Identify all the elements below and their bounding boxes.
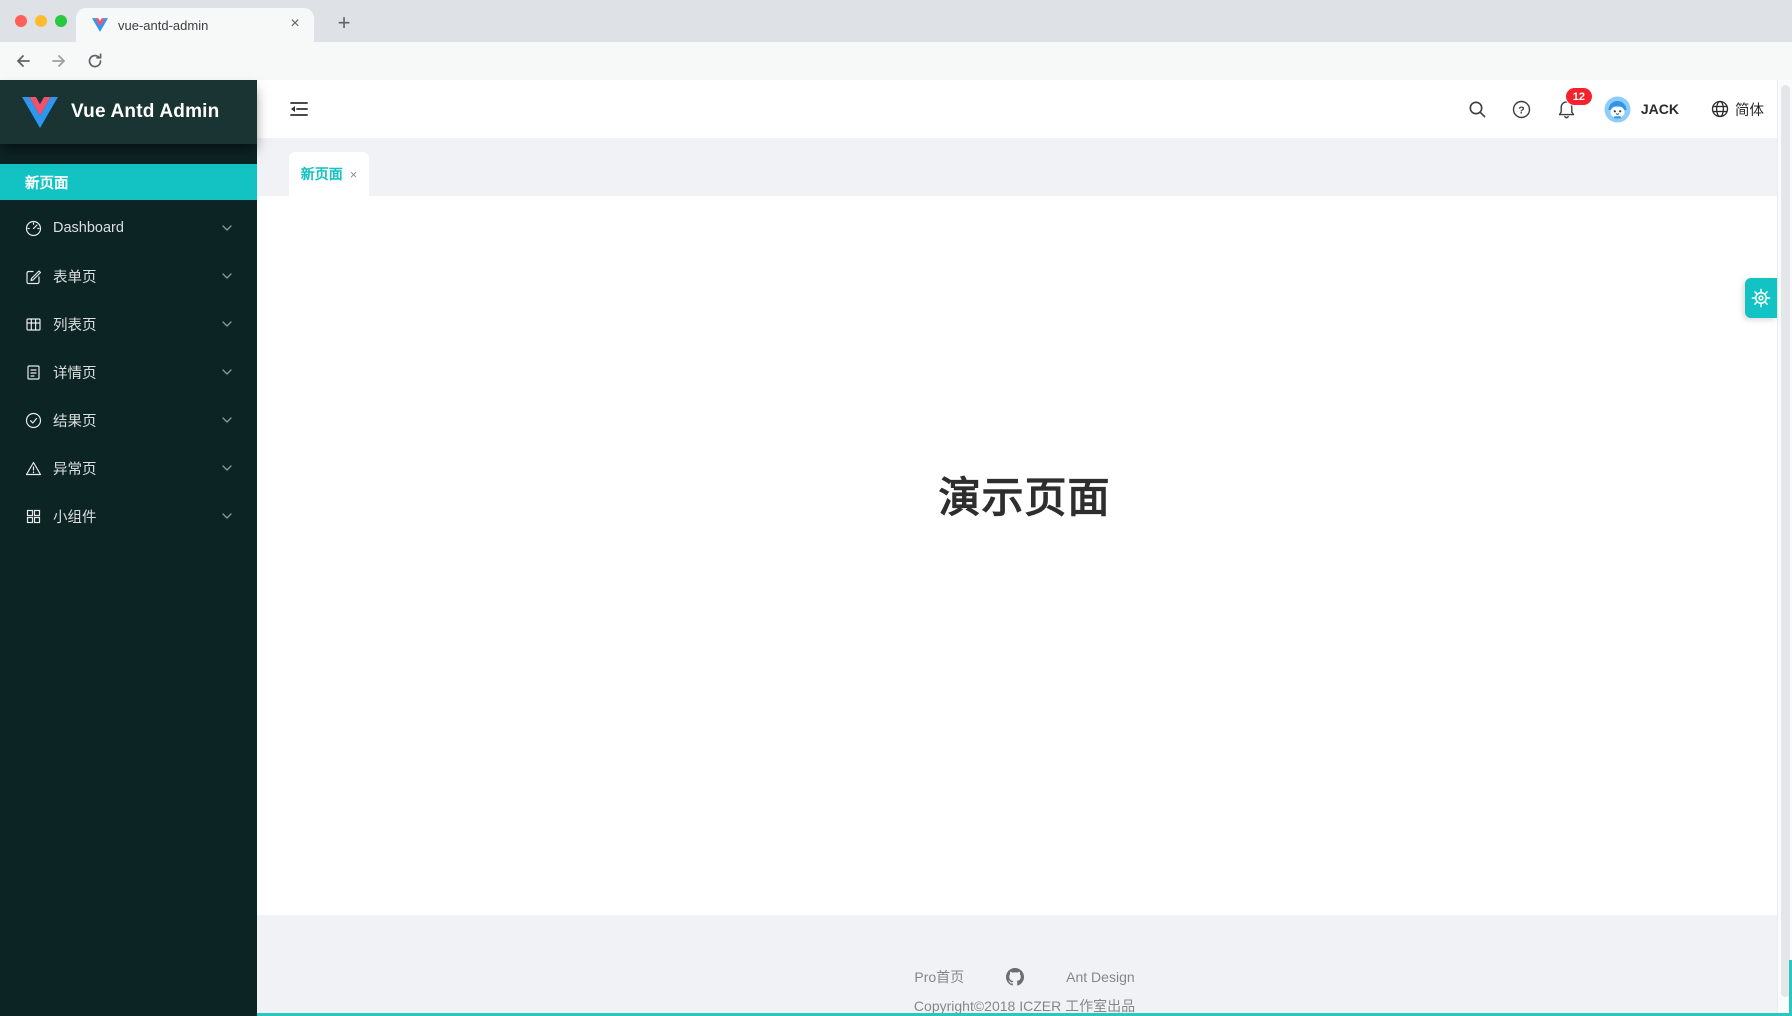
page-footer: Pro首页 Ant Design Copyright©2018 ICZER 工作…: [257, 915, 1792, 1016]
sidebar-item-label: 详情页: [53, 362, 97, 383]
scrollbar-thumb[interactable]: [1781, 85, 1790, 997]
chevron-down-icon: [222, 369, 232, 375]
chevron-down-icon: [222, 417, 232, 423]
notification-bell-icon[interactable]: 12: [1557, 99, 1576, 119]
search-icon[interactable]: [1468, 100, 1487, 119]
back-icon[interactable]: [14, 52, 32, 70]
browser-tabstrip: vue-antd-admin × +: [0, 0, 1792, 42]
browser-tab-title: vue-antd-admin: [118, 18, 286, 33]
warning-icon: [25, 460, 42, 477]
page-tabs-bar: 新页面 ×: [257, 138, 1792, 196]
language-label[interactable]: 简体: [1735, 99, 1764, 120]
tab-close-icon[interactable]: ×: [286, 16, 304, 34]
gear-icon: [1751, 288, 1771, 308]
footer-link-ant-design[interactable]: Ant Design: [1066, 969, 1134, 985]
sidebar-item-label: 列表页: [53, 314, 97, 335]
app-title: Vue Antd Admin: [71, 101, 219, 123]
header-actions: ? 12 JACK 简体: [1468, 80, 1764, 138]
sidebar-item-table[interactable]: 列表页: [0, 304, 257, 344]
sidebar-item-widgets[interactable]: 小组件: [0, 496, 257, 536]
sidebar-item-result[interactable]: 结果页: [0, 400, 257, 440]
reload-icon[interactable]: [86, 52, 104, 70]
footer-links: Pro首页 Ant Design: [914, 967, 1134, 987]
page-tab-active[interactable]: 新页面 ×: [289, 152, 369, 196]
chevron-down-icon: [222, 321, 232, 327]
dashboard-icon: [25, 220, 42, 237]
sidebar-item-label: 异常页: [53, 458, 97, 479]
page-content: 演示页面: [257, 196, 1792, 915]
sidebar-item-form[interactable]: 表单页: [0, 256, 257, 296]
notification-badge: 12: [1566, 88, 1592, 105]
help-icon[interactable]: ?: [1512, 100, 1531, 119]
vue-logo-icon: [22, 97, 58, 128]
window-close-button[interactable]: [15, 15, 27, 27]
window-minimize-button[interactable]: [35, 15, 47, 27]
form-icon: [25, 268, 42, 285]
sidebar: Vue Antd Admin 新页面 Dashboard 表单页: [0, 80, 257, 1016]
scrollbar-track[interactable]: [1777, 80, 1792, 1016]
page-title: 演示页面: [938, 464, 1110, 915]
profile-icon: [25, 364, 42, 381]
sidebar-item-exception[interactable]: 异常页: [0, 448, 257, 488]
app-logo[interactable]: Vue Antd Admin: [0, 80, 257, 144]
github-icon[interactable]: [1006, 968, 1024, 986]
svg-text:?: ?: [1518, 104, 1524, 116]
favicon-vue-icon: [92, 18, 108, 32]
block-icon: [25, 508, 42, 525]
chevron-down-icon: [222, 513, 232, 519]
chevron-down-icon: [222, 465, 232, 471]
sidebar-item-label: 结果页: [53, 410, 97, 431]
forward-icon[interactable]: [50, 52, 68, 70]
sidebar-item-label: 表单页: [53, 266, 97, 287]
menu-fold-icon[interactable]: [287, 97, 311, 121]
user-avatar[interactable]: [1604, 96, 1631, 123]
sidebar-menu: 新页面 Dashboard 表单页 列表页: [0, 144, 257, 536]
page-tab-close-icon[interactable]: ×: [350, 167, 358, 182]
sidebar-item-label: Dashboard: [53, 220, 124, 236]
settings-drawer-button[interactable]: [1745, 278, 1777, 318]
globe-icon[interactable]: [1711, 100, 1729, 118]
chevron-down-icon: [222, 273, 232, 279]
table-icon: [25, 316, 42, 333]
window-zoom-button[interactable]: [55, 15, 67, 27]
footer-link-pro-home[interactable]: Pro首页: [914, 967, 964, 987]
sidebar-item-dashboard[interactable]: Dashboard: [0, 208, 257, 248]
new-tab-button[interactable]: +: [330, 10, 358, 38]
app-header: ? 12 JACK 简体: [257, 80, 1792, 138]
check-circle-icon: [25, 412, 42, 429]
username-label[interactable]: JACK: [1641, 101, 1679, 117]
sidebar-item-new-page[interactable]: 新页面: [0, 164, 257, 200]
chevron-down-icon: [222, 225, 232, 231]
sidebar-item-detail[interactable]: 详情页: [0, 352, 257, 392]
browser-tab[interactable]: vue-antd-admin ×: [76, 8, 314, 42]
browser-toolbar: localhost:8080/#/newPage 文 ☆ h ⋮: [0, 42, 1792, 80]
app-root: Vue Antd Admin 新页面 Dashboard 表单页: [0, 80, 1792, 1016]
page-tab-label: 新页面: [301, 164, 343, 184]
sidebar-item-label: 小组件: [53, 506, 97, 527]
